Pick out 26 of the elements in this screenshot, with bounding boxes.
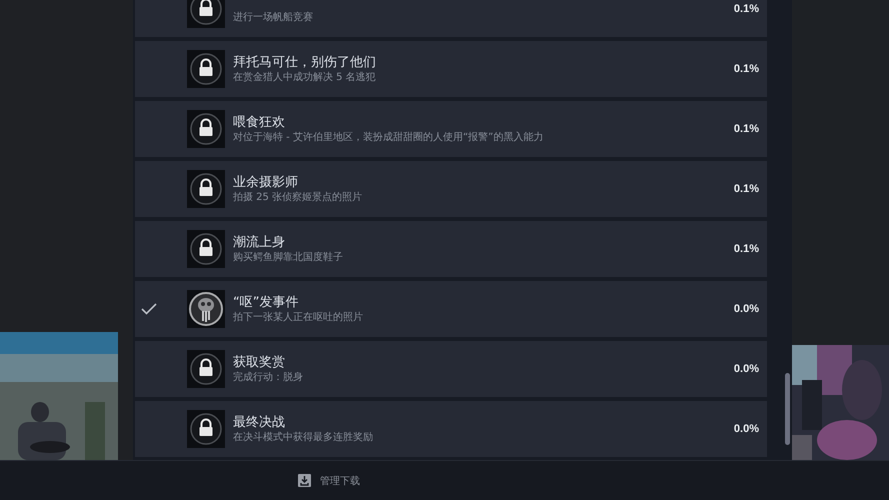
achievement-title: 最终决战: [233, 414, 286, 430]
achievement-title: 业余摄影师: [233, 174, 299, 190]
unlock-percent: 0.0%: [734, 423, 759, 435]
unlock-percent: 0.1%: [734, 123, 759, 135]
achievement-description: 在决斗模式中获得最多连胜奖励: [233, 430, 374, 444]
achievement-description: 拍下一张某人正在呕吐的照片: [233, 310, 364, 324]
unlock-percent: 0.0%: [734, 363, 759, 375]
achievement-title: 拜托马可仕，别伤了他们: [233, 54, 377, 70]
scrollbar-thumb[interactable]: [785, 373, 790, 445]
unlock-percent: 0.1%: [734, 183, 759, 195]
achievement-title: 潮流上身: [233, 234, 286, 250]
unlock-percent: 0.1%: [734, 3, 759, 15]
unlock-percent: 0.1%: [734, 243, 759, 255]
achievement-description: 拍摄 25 张侦察姬景点的照片: [233, 190, 364, 204]
download-icon: [298, 474, 311, 487]
achievement-description: 对位于海特 - 艾许伯里地区，装扮成甜甜圈的人使用“报警”的黑入能力: [233, 130, 544, 144]
achievement-title: 喂食狂欢: [233, 114, 286, 130]
achievement-description: 进行一场帆船竞赛: [233, 10, 314, 24]
achievement-title: “呕”发事件: [233, 294, 300, 310]
achievement-description: 完成行动：脱身: [233, 370, 304, 384]
achievement-description: 在赏金猎人中成功解决 5 名逃犯: [233, 70, 377, 84]
manage-downloads-button[interactable]: 管理下载: [298, 474, 360, 488]
achievement-title: 获取奖赏: [233, 354, 286, 370]
unlock-percent: 0.0%: [734, 303, 759, 315]
unlock-percent: 0.1%: [734, 63, 759, 75]
achievement-description: 购买鳄鱼脚靠北国度鞋子: [233, 250, 344, 264]
